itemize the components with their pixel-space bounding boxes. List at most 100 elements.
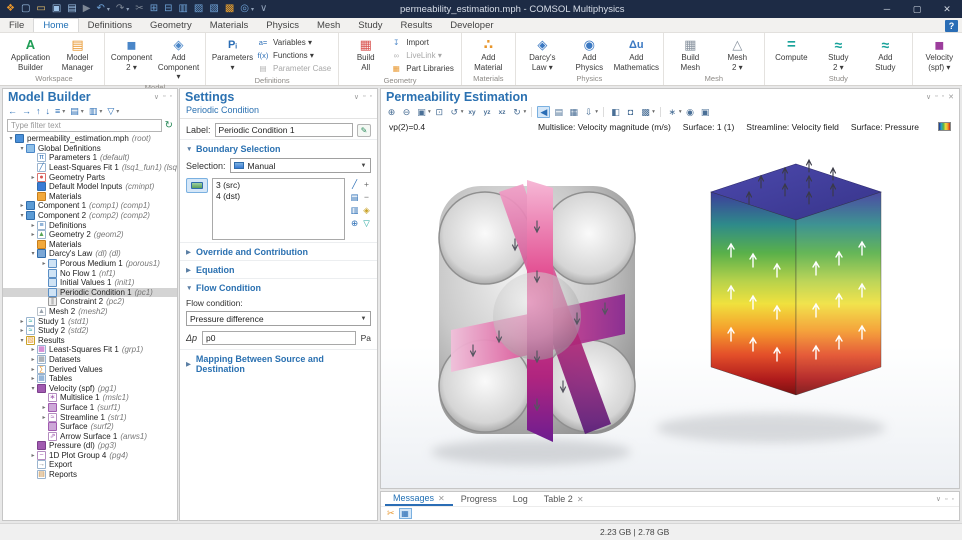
settings-window-button[interactable]: ▫ bbox=[363, 93, 365, 101]
cut-icon[interactable]: ✂ bbox=[135, 4, 143, 14]
messages-window-button[interactable]: ▫ bbox=[945, 496, 947, 503]
zoom-out-icon[interactable]: ⊖ bbox=[400, 106, 413, 118]
expand-open-icon[interactable]: ▾ bbox=[18, 212, 26, 219]
expand-closed-icon[interactable]: ▸ bbox=[29, 356, 37, 363]
view-xz-icon[interactable]: xz bbox=[496, 106, 509, 118]
flow-condition-dropdown[interactable]: Pressure difference ▼ bbox=[186, 311, 371, 326]
tree-node[interactable]: ▾Global Definitions bbox=[3, 144, 177, 154]
selection-entry[interactable]: 3 (src) bbox=[216, 180, 341, 191]
compute-button[interactable]: =Compute bbox=[768, 34, 815, 63]
tree-node[interactable]: ╱Least-Squares Fit 1(lsq1_fun1) (lsq1) bbox=[3, 163, 177, 173]
add-mathematics-button[interactable]: ΔuAdd Mathematics bbox=[613, 34, 660, 72]
expand-open-icon[interactable]: ▾ bbox=[29, 385, 37, 392]
move-up-icon[interactable]: ↑ bbox=[36, 106, 41, 116]
zoom-box-icon[interactable]: ▣ bbox=[415, 106, 428, 118]
run-icon[interactable]: ▶ bbox=[83, 4, 91, 14]
tree-node[interactable]: ▾permeability_estimation.mph(root) bbox=[3, 134, 177, 144]
show-options-icon[interactable]: ≡ bbox=[55, 106, 60, 116]
lock-camera-icon[interactable]: ◘ bbox=[624, 106, 637, 118]
go-to-default-view-icon[interactable]: ↺ bbox=[448, 106, 461, 118]
close-icon[interactable]: ✕ bbox=[577, 495, 584, 504]
expand-closed-icon[interactable]: ▸ bbox=[40, 414, 48, 421]
minimize-button[interactable]: ─ bbox=[872, 0, 902, 18]
copy-selection-icon[interactable]: ▤ bbox=[349, 191, 360, 203]
close-button[interactable]: ✕ bbox=[932, 0, 962, 18]
section-equation[interactable]: ▶ Equation bbox=[180, 260, 377, 278]
model-manager-button[interactable]: ▤Model Manager bbox=[54, 34, 101, 72]
graphics-window-button[interactable]: ◦ bbox=[942, 93, 944, 101]
tree-node[interactable]: ▸~1D Plot Group 4(pg4) bbox=[3, 451, 177, 461]
add-physics-button[interactable]: ◉Add Physics bbox=[566, 34, 613, 72]
plot-canvas[interactable] bbox=[381, 134, 959, 488]
undo-icon[interactable]: ↶ bbox=[96, 4, 104, 14]
tree-node[interactable]: ▸Surface 1(surf1) bbox=[3, 403, 177, 413]
tree-node[interactable]: ▾▧Results bbox=[3, 335, 177, 345]
color-legend-button[interactable] bbox=[938, 122, 951, 131]
expand-closed-icon[interactable]: ▸ bbox=[29, 366, 37, 373]
scene-settings-icon[interactable]: ⇩ bbox=[582, 106, 595, 118]
section-boundary-selection[interactable]: ▼ Boundary Selection bbox=[180, 139, 377, 157]
expand-all-icon[interactable]: ▥ bbox=[89, 106, 98, 116]
velocity-spf-button[interactable]: ◼Velocity (spf) ▾ bbox=[916, 34, 962, 72]
build-mesh-button[interactable]: ▦Build Mesh bbox=[667, 34, 714, 72]
expand-closed-icon[interactable]: ▸ bbox=[18, 327, 26, 334]
tree-node[interactable]: ▸≈Study 2(std2) bbox=[3, 326, 177, 336]
expand-closed-icon[interactable]: ▸ bbox=[18, 318, 26, 325]
selection-filter-icon[interactable]: ▽ bbox=[361, 217, 372, 229]
maximize-button[interactable]: ▢ bbox=[902, 0, 932, 18]
tab-study[interactable]: Study bbox=[349, 18, 391, 32]
rename-button[interactable]: ✎ bbox=[357, 124, 371, 137]
tree-node[interactable]: ▲Mesh 2(mesh2) bbox=[3, 307, 177, 317]
tree-node[interactable]: ▸Porous Medium 1(porous1) bbox=[3, 259, 177, 269]
tab-home[interactable]: Home bbox=[33, 18, 78, 32]
tree-node[interactable]: ∗Multislice 1(mslc1) bbox=[3, 393, 177, 403]
tree-node[interactable]: →Export bbox=[3, 460, 177, 470]
tree-node[interactable]: No Flow 1(nf1) bbox=[3, 268, 177, 278]
expand-open-icon[interactable]: ▾ bbox=[18, 337, 26, 344]
snapshot-icon[interactable]: ◉ bbox=[684, 106, 697, 118]
messages-window-button[interactable]: ◦ bbox=[952, 496, 954, 503]
tree-node[interactable]: ▸Component 1(comp1) (comp1) bbox=[3, 201, 177, 211]
save-as-icon[interactable]: ▤ bbox=[67, 4, 76, 14]
show-grid-icon[interactable]: ▦ bbox=[567, 106, 580, 118]
add-material-button[interactable]: ∴Add Material bbox=[465, 34, 512, 72]
variables-button[interactable]: a=Variables ▾ bbox=[256, 36, 335, 49]
import-button[interactable]: ↧Import bbox=[389, 36, 458, 49]
expand-closed-icon[interactable]: ▸ bbox=[29, 174, 37, 181]
settings-window-button[interactable]: ◦ bbox=[370, 93, 372, 101]
tab-messages[interactable]: Messages✕ bbox=[385, 492, 453, 506]
expand-closed-icon[interactable]: ▸ bbox=[29, 375, 37, 382]
zoom-to-selection-icon[interactable]: ⊕ bbox=[349, 217, 360, 229]
section-override[interactable]: ▶ Override and Contribution bbox=[180, 242, 377, 260]
tab-results[interactable]: Results bbox=[392, 18, 442, 32]
expand-open-icon[interactable]: ▾ bbox=[7, 135, 15, 142]
copy-icon[interactable]: ⊞ bbox=[150, 4, 158, 14]
build-all-button[interactable]: ▦Build All bbox=[342, 34, 389, 72]
table-options-icon[interactable]: ▦ bbox=[399, 508, 412, 519]
expand-closed-icon[interactable]: ▸ bbox=[29, 346, 37, 353]
add-component-button[interactable]: ◈Add Component ▾ bbox=[155, 34, 202, 82]
select-icon[interactable]: ▧ bbox=[209, 4, 218, 14]
rotate-view-icon[interactable]: ↻ bbox=[511, 106, 524, 118]
view-xy-icon[interactable]: xy bbox=[466, 106, 479, 118]
split-view-icon[interactable]: ◧ bbox=[609, 106, 622, 118]
tree-node[interactable]: ▸●Geometry Parts bbox=[3, 172, 177, 182]
parameters-button[interactable]: PᵢParameters ▾ bbox=[209, 34, 256, 72]
expand-closed-icon[interactable]: ▸ bbox=[29, 222, 37, 229]
collapse-all-icon[interactable]: ▤ bbox=[70, 106, 79, 116]
forward-icon[interactable]: → bbox=[22, 106, 31, 116]
selection-dropdown[interactable]: Manual ▼ bbox=[230, 158, 371, 173]
part-libraries-button[interactable]: ▦Part Libraries bbox=[389, 62, 458, 75]
open-file-icon[interactable]: ▭ bbox=[36, 4, 45, 14]
mesh-2-button[interactable]: △Mesh 2 ▾ bbox=[714, 34, 761, 72]
tab-progress[interactable]: Progress bbox=[453, 492, 505, 506]
tab-mesh[interactable]: Mesh bbox=[308, 18, 349, 32]
add-study-button[interactable]: ≈Add Study bbox=[862, 34, 909, 72]
swap-src-dst-icon[interactable]: ◈ bbox=[361, 204, 372, 216]
messages-window-button[interactable]: ∨ bbox=[936, 495, 941, 503]
tree-node[interactable]: ▸≈Streamline 1(str1) bbox=[3, 412, 177, 422]
plot-properties-icon[interactable]: ∗ bbox=[666, 106, 679, 118]
paste-selection-icon[interactable]: ▥ bbox=[349, 204, 360, 216]
model-builder-window-button[interactable]: ▫ bbox=[163, 93, 165, 101]
tree-node[interactable]: ▾Velocity (spf)(pg1) bbox=[3, 383, 177, 393]
